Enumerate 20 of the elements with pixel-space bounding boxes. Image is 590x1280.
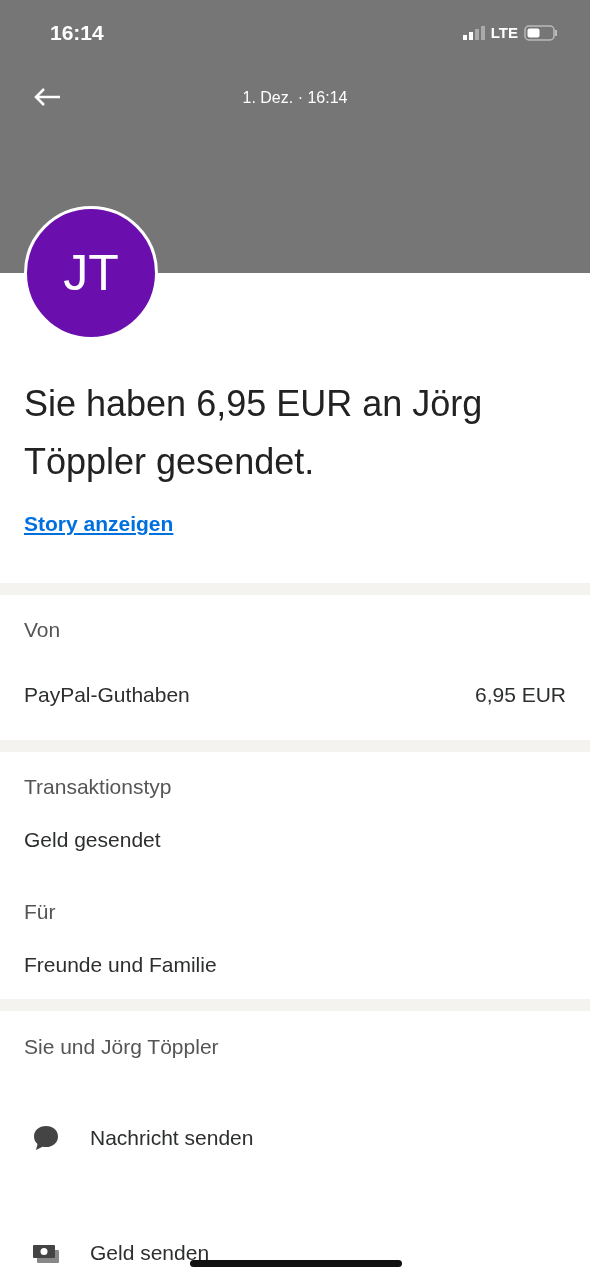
action-link[interactable]: Geld senden (90, 1235, 210, 1271)
signal-icon (462, 25, 485, 40)
field-label: Für (24, 899, 57, 925)
back-arrow-icon[interactable] (33, 87, 61, 107)
status-time: 16:14 (50, 20, 104, 45)
section-label: Von (24, 617, 62, 643)
chat-bubble-icon (32, 1125, 60, 1151)
avatar: JT (24, 206, 158, 340)
field-value: Freunde und Familie (24, 952, 218, 978)
field-label: Transaktionstyp (24, 774, 173, 800)
section-label: Sie und Jörg Töppler (24, 1034, 220, 1060)
transaction-date: 1. Dez. · 16:14 (242, 88, 348, 107)
headline: Sie haben 6,95 EUR an Jörg Töppler gesendet. (24, 382, 484, 484)
field-value: Geld gesendet (24, 827, 162, 853)
funding-source: PayPal-Guthaben (24, 682, 190, 708)
amount: 6,95 EUR (474, 682, 566, 708)
battery-icon (524, 24, 558, 41)
action-link[interactable]: Nachricht senden (90, 1120, 254, 1156)
network-label: LTE (490, 24, 518, 41)
story-link[interactable]: Story anzeigen (24, 511, 174, 537)
